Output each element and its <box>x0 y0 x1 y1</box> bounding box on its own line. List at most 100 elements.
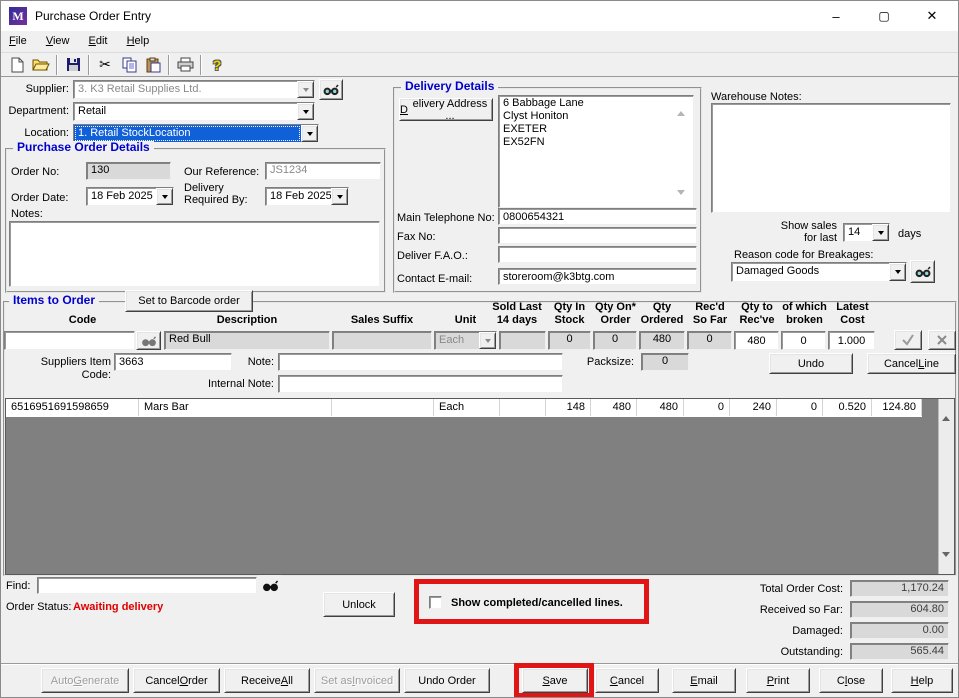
department-combo[interactable]: Retail <box>73 102 315 121</box>
deliver-fao-label: Deliver F.A.O.: <box>397 250 468 262</box>
order-date-dropdown-button[interactable] <box>156 188 173 205</box>
toolbar-separator <box>200 54 202 75</box>
show-sales-dropdown-button[interactable] <box>872 224 889 241</box>
print-button[interactable]: Print <box>746 668 810 693</box>
entry-recd-so-far-field: 0 <box>687 331 732 350</box>
show-sales-days-combo[interactable]: 14 <box>843 223 890 242</box>
chevron-down-icon <box>336 194 343 199</box>
scroll-down-icon[interactable] <box>677 190 685 207</box>
print-button[interactable] <box>173 54 197 76</box>
supplier-dropdown-button[interactable] <box>297 81 314 98</box>
find-label: Find: <box>6 580 31 592</box>
find-input[interactable] <box>37 577 257 594</box>
entry-qty-to-receive-input[interactable] <box>734 331 779 350</box>
order-lines-grid: 6516951691598659 Mars Bar Each 148 480 4… <box>5 398 955 575</box>
delivery-required-label: Delivery Required By: <box>184 182 248 206</box>
order-no-label: Order No: <box>11 166 60 178</box>
app-icon: M <box>9 7 27 25</box>
print-icon <box>177 57 193 72</box>
entry-unit-combo: Each <box>434 331 497 350</box>
outstanding-label: Outstanding: <box>780 646 843 658</box>
breakages-search-button[interactable] <box>910 260 935 283</box>
save-button[interactable]: Save <box>522 668 588 693</box>
note-input[interactable] <box>278 353 563 371</box>
cell-recd-so-far: 0 <box>684 399 730 416</box>
supplier-label: Supplier: <box>25 83 69 95</box>
undo-button[interactable]: Undo <box>769 353 853 374</box>
paste-button[interactable] <box>141 54 165 76</box>
deliver-fao-input[interactable] <box>498 246 697 263</box>
delivery-address-field[interactable]: 6 Babbage Lane Clyst Honiton EXETER EX52… <box>498 95 694 208</box>
new-document-button[interactable] <box>5 54 29 76</box>
scroll-up-icon[interactable] <box>942 404 950 421</box>
notes-field[interactable] <box>9 221 380 287</box>
delivery-required-dropdown-button[interactable] <box>331 188 348 205</box>
contact-email-input[interactable] <box>498 268 697 285</box>
suppliers-item-code-input[interactable] <box>114 353 232 371</box>
main-telephone-input[interactable] <box>498 208 697 225</box>
cell-qty-on-order: 480 <box>591 399 637 416</box>
fax-input[interactable] <box>498 227 697 244</box>
clear-line-button[interactable] <box>928 330 956 350</box>
binoculars-icon <box>262 580 278 592</box>
internal-note-input[interactable] <box>278 375 563 393</box>
open-button[interactable] <box>29 54 53 76</box>
order-date-picker[interactable]: 18 Feb 2025 <box>86 187 174 206</box>
save-button[interactable] <box>61 54 85 76</box>
supplier-search-button[interactable] <box>319 79 343 100</box>
header-sold-last: Sold Last 14 days <box>492 301 542 326</box>
cell-qty-to-receive: 240 <box>730 399 777 416</box>
supplier-combo[interactable]: 3. K3 Retail Supplies Ltd. <box>73 80 315 99</box>
department-dropdown-button[interactable] <box>297 103 314 120</box>
cut-button[interactable]: ✂ <box>93 54 117 76</box>
email-button[interactable]: Email <box>672 668 736 693</box>
cancel-line-button[interactable]: Cancel Line <box>867 353 956 374</box>
help-bottom-button[interactable]: Help <box>891 668 953 693</box>
confirm-line-button[interactable] <box>894 330 922 350</box>
copy-button[interactable] <box>117 54 141 76</box>
cell-qty-in-stock: 148 <box>546 399 591 416</box>
menu-help[interactable]: Help <box>119 31 158 51</box>
checkmark-icon <box>902 334 914 346</box>
unlock-button[interactable]: Unlock <box>323 592 395 617</box>
menu-view[interactable]: View <box>38 31 78 51</box>
find-search-button[interactable] <box>259 575 281 596</box>
entry-latest-cost-input[interactable] <box>828 331 875 350</box>
scroll-down-icon[interactable] <box>942 552 950 569</box>
menu-file[interactable]: File <box>1 31 35 51</box>
scroll-up-icon[interactable] <box>677 99 685 116</box>
entry-of-which-broken-input[interactable] <box>781 331 826 350</box>
breakages-combo[interactable]: Damaged Goods <box>731 262 907 282</box>
cancel-order-button[interactable]: Cancel Order <box>133 668 220 693</box>
entry-code-search-button[interactable] <box>136 331 161 350</box>
location-dropdown-button[interactable] <box>301 125 318 142</box>
delivery-address-button[interactable]: Delivery Address ... <box>399 98 493 122</box>
cancel-button[interactable]: Cancel <box>595 668 659 693</box>
show-completed-checkbox[interactable] <box>429 596 442 609</box>
undo-order-button[interactable]: Undo Order <box>404 668 490 693</box>
entry-code-input[interactable] <box>4 331 135 350</box>
grid-row-mars-bar[interactable]: 6516951691598659 Mars Bar Each 148 480 4… <box>6 399 922 416</box>
close-window-button[interactable]: Cl ose <box>819 668 883 693</box>
our-reference-field[interactable]: JS1234 <box>265 162 381 180</box>
purchase-order-entry-window: M Purchase Order Entry – ▢ ✕ File View E… <box>0 0 959 698</box>
set-to-barcode-order-button[interactable]: Set to Barcode order <box>125 290 253 312</box>
close-button[interactable]: ✕ <box>909 1 955 31</box>
grid-scrollbar[interactable] <box>938 399 954 574</box>
chevron-down-icon <box>484 338 491 343</box>
entry-qty-in-stock-field: 0 <box>548 331 591 350</box>
help-button[interactable]: ? <box>205 54 229 76</box>
paste-icon <box>146 57 160 72</box>
receive-all-button[interactable]: Receive All <box>224 668 310 693</box>
copy-icon <box>122 57 136 72</box>
menu-edit[interactable]: Edit <box>81 31 116 51</box>
minimize-button[interactable]: – <box>813 1 859 31</box>
delivery-required-picker[interactable]: 18 Feb 2025 <box>265 187 349 206</box>
department-label: Department: <box>8 105 69 117</box>
header-qty-to-receive: Qty to Rec've <box>739 301 775 326</box>
maximize-button[interactable]: ▢ <box>861 1 907 31</box>
warehouse-notes-field[interactable] <box>711 103 951 213</box>
breakages-dropdown-button[interactable] <box>889 263 906 281</box>
show-completed-label: Show completed/cancelled lines. <box>451 597 623 609</box>
order-status-label: Order Status: <box>6 601 72 613</box>
